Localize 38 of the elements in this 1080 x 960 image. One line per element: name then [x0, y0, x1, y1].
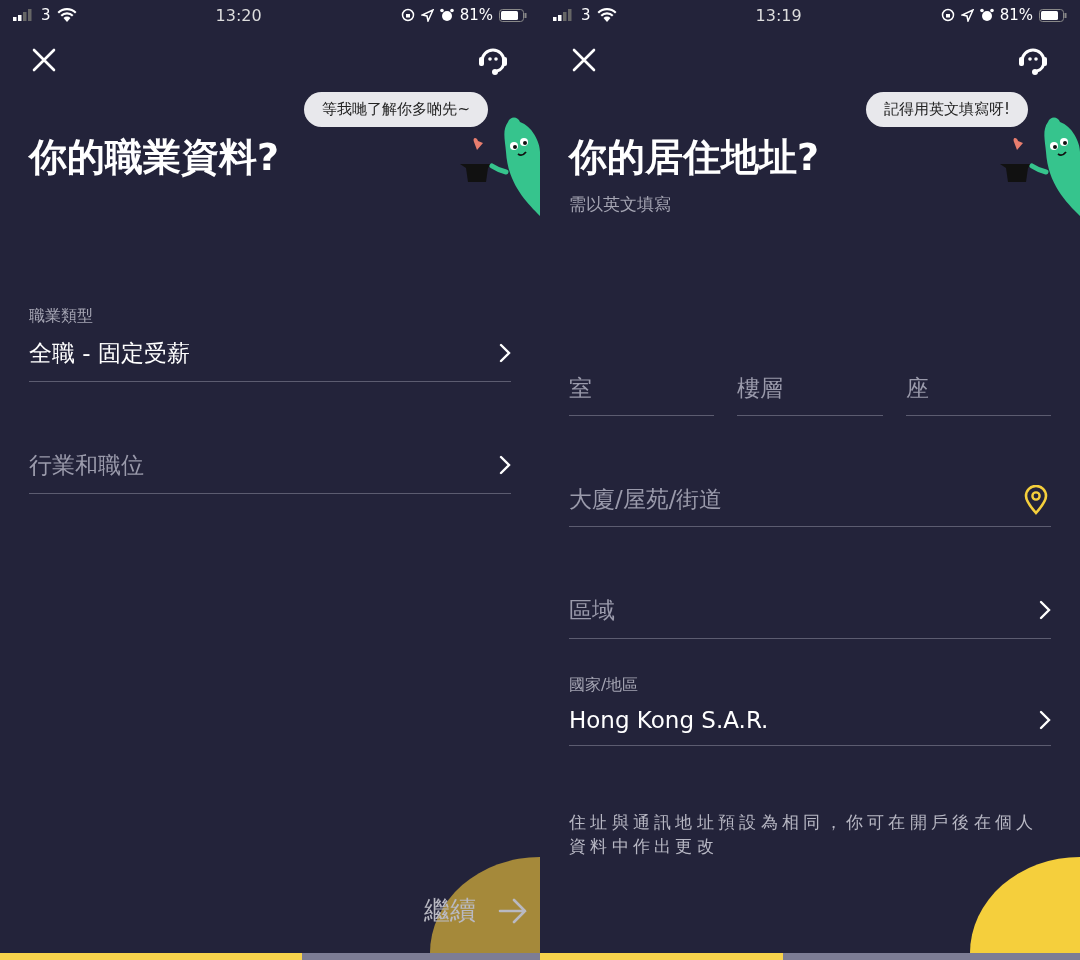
- speech-bubble: 記得用英文填寫呀!: [866, 92, 1028, 127]
- battery-percent: 81%: [459, 6, 493, 24]
- select-field[interactable]: 職業類型 全職 - 固定受薪: [29, 305, 511, 382]
- alarm-icon: [979, 8, 994, 22]
- chevron-right-icon: [499, 343, 511, 364]
- wifi-icon: [56, 8, 77, 22]
- location-arrow-icon: [960, 8, 974, 22]
- chevron-right-icon: [499, 455, 511, 476]
- carrier-text: 3: [41, 6, 51, 24]
- page-title: 你的職業資料?: [29, 135, 281, 181]
- lock-rotation-icon: [400, 8, 415, 22]
- select-field[interactable]: 國家/地區 Hong Kong S.A.R.: [569, 674, 1051, 746]
- battery-percent: 81%: [999, 6, 1033, 24]
- input-field[interactable]: 室: [569, 372, 715, 416]
- lock-rotation-icon: [940, 8, 955, 22]
- battery-icon: [499, 8, 527, 22]
- input-field[interactable]: 樓層: [737, 372, 883, 416]
- subtitle-text: 需以英文填寫: [569, 192, 672, 216]
- carrier-text: 3: [581, 6, 591, 24]
- info-note: 住址與通訊地址預設為相同，你可在開戶後在個人資料中作出更改: [569, 810, 1039, 859]
- location-arrow-icon: [420, 8, 434, 22]
- alarm-icon: [439, 8, 454, 22]
- speech-bubble: 等我哋了解你多啲先~: [304, 92, 488, 127]
- status-time: 13:20: [215, 5, 262, 25]
- chevron-right-icon: [1039, 709, 1051, 730]
- input-field[interactable]: 大廈/屋苑/街道: [569, 483, 1051, 527]
- input-field[interactable]: 座: [905, 372, 1051, 416]
- chevron-right-icon: [1039, 600, 1051, 621]
- arrow-right-icon: [498, 897, 528, 924]
- select-field[interactable]: 區域: [569, 562, 1051, 639]
- select-field[interactable]: 行業和職位: [29, 417, 511, 494]
- wifi-icon: [596, 8, 617, 22]
- page-title: 你的居住地址?: [569, 135, 821, 181]
- status-time: 13:19: [755, 5, 802, 25]
- signal-icon: [553, 9, 575, 21]
- signal-icon: [13, 9, 35, 21]
- location-pin-icon: [1023, 484, 1049, 515]
- battery-icon: [1039, 8, 1067, 22]
